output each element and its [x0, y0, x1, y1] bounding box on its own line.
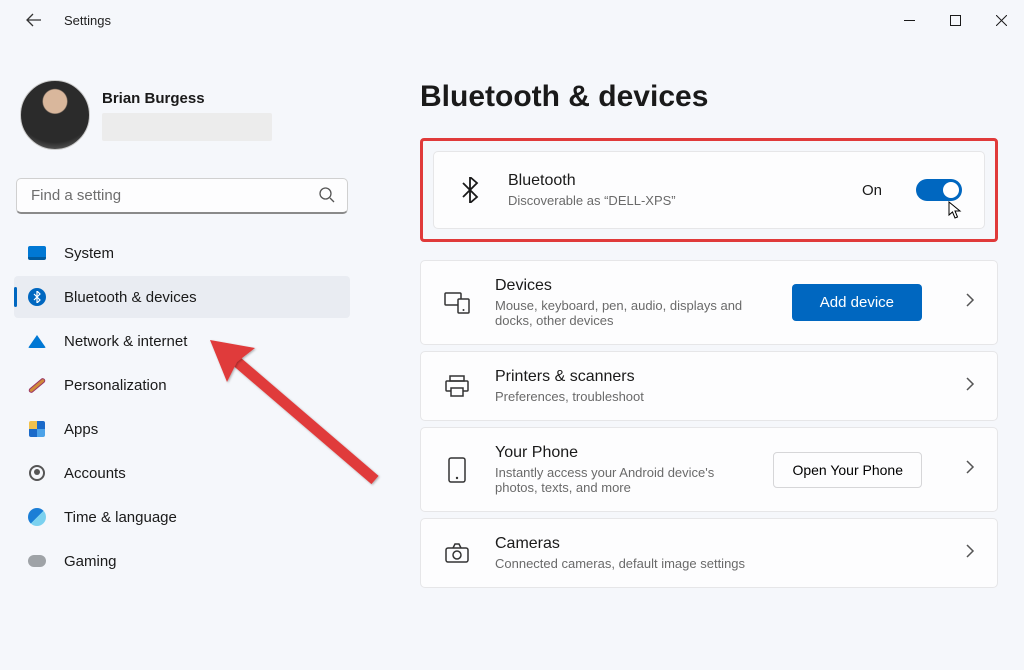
chevron-right-icon	[966, 377, 975, 396]
window-controls	[886, 4, 1024, 36]
sidebar-item-label: Gaming	[64, 553, 117, 570]
sidebar-item-gaming[interactable]: Gaming	[14, 540, 350, 582]
sidebar-item-label: Accounts	[64, 465, 126, 482]
accounts-icon	[28, 464, 46, 482]
chevron-right-icon	[966, 460, 975, 479]
title-bar: Settings	[0, 0, 1024, 40]
main-panel: Bluetooth & devices Bluetooth Discoverab…	[360, 50, 1024, 594]
bluetooth-toggle-label: On	[862, 182, 882, 199]
page-title: Bluetooth & devices	[420, 80, 998, 114]
devices-icon	[443, 292, 471, 314]
devices-subtitle: Mouse, keyboard, pen, audio, displays an…	[495, 298, 768, 328]
toggle-knob	[943, 182, 959, 198]
cursor-icon	[948, 201, 964, 219]
close-button[interactable]	[978, 4, 1024, 36]
your-phone-title: Your Phone	[495, 444, 749, 462]
maximize-button[interactable]	[932, 4, 978, 36]
profile-email-redacted	[102, 113, 272, 141]
your-phone-text: Your Phone Instantly access your Android…	[495, 444, 749, 495]
titlebar-left: Settings	[24, 10, 111, 30]
printers-subtitle: Preferences, troubleshoot	[495, 389, 775, 404]
bluetooth-icon	[456, 177, 484, 203]
sidebar-item-apps[interactable]: Apps	[14, 408, 350, 450]
bluetooth-card-text: Bluetooth Discoverable as “DELL-XPS”	[508, 172, 838, 208]
window-title: Settings	[64, 13, 111, 28]
minimize-button[interactable]	[886, 4, 932, 36]
chevron-right-icon	[966, 293, 975, 312]
devices-card[interactable]: Devices Mouse, keyboard, pen, audio, dis…	[420, 260, 998, 345]
search-box	[16, 178, 348, 214]
maximize-icon	[950, 15, 961, 26]
sidebar-item-personalization[interactable]: Personalization	[14, 364, 350, 406]
sidebar-item-network[interactable]: Network & internet	[14, 320, 350, 362]
sidebar-item-label: Network & internet	[64, 333, 187, 350]
cameras-subtitle: Connected cameras, default image setting…	[495, 556, 775, 571]
avatar	[20, 80, 90, 150]
minimize-icon	[904, 15, 915, 26]
add-device-button[interactable]: Add device	[792, 284, 922, 321]
cameras-card[interactable]: Cameras Connected cameras, default image…	[420, 518, 998, 588]
bluetooth-subtitle: Discoverable as “DELL-XPS”	[508, 193, 838, 208]
sidebar: Brian Burgess System Bluetooth & devices…	[0, 50, 360, 594]
clock-globe-icon	[28, 508, 46, 526]
bluetooth-toggle[interactable]	[916, 179, 962, 201]
back-button[interactable]	[24, 10, 44, 30]
printers-card[interactable]: Printers & scanners Preferences, trouble…	[420, 351, 998, 421]
gamepad-icon	[28, 552, 46, 570]
printer-icon	[443, 375, 471, 397]
printers-text: Printers & scanners Preferences, trouble…	[495, 368, 922, 404]
your-phone-subtitle: Instantly access your Android device's p…	[495, 465, 749, 495]
search-icon	[318, 186, 336, 204]
sidebar-item-label: Time & language	[64, 509, 177, 526]
settings-cards-list: Devices Mouse, keyboard, pen, audio, dis…	[420, 260, 998, 588]
open-your-phone-button[interactable]: Open Your Phone	[773, 452, 922, 488]
back-arrow-icon	[26, 12, 42, 28]
sidebar-item-label: System	[64, 245, 114, 262]
sidebar-item-bluetooth-devices[interactable]: Bluetooth & devices	[14, 276, 350, 318]
profile-name: Brian Burgess	[102, 90, 272, 107]
printers-title: Printers & scanners	[495, 368, 922, 386]
phone-icon	[443, 457, 471, 483]
cameras-text: Cameras Connected cameras, default image…	[495, 535, 922, 571]
content-area: Brian Burgess System Bluetooth & devices…	[0, 40, 1024, 594]
sidebar-item-label: Personalization	[64, 377, 167, 394]
sidebar-item-label: Apps	[64, 421, 98, 438]
chevron-right-icon	[966, 544, 975, 563]
sidebar-item-label: Bluetooth & devices	[64, 289, 197, 306]
system-icon	[28, 244, 46, 262]
apps-icon	[28, 420, 46, 438]
devices-text: Devices Mouse, keyboard, pen, audio, dis…	[495, 277, 768, 328]
wifi-icon	[28, 332, 46, 350]
sidebar-item-time-language[interactable]: Time & language	[14, 496, 350, 538]
sidebar-item-accounts[interactable]: Accounts	[14, 452, 350, 494]
camera-icon	[443, 543, 471, 563]
cameras-title: Cameras	[495, 535, 922, 553]
sidebar-item-system[interactable]: System	[14, 232, 350, 274]
nav-list: System Bluetooth & devices Network & int…	[14, 232, 350, 582]
bluetooth-title: Bluetooth	[508, 172, 838, 190]
devices-title: Devices	[495, 277, 768, 295]
profile-info: Brian Burgess	[102, 90, 272, 141]
bluetooth-icon	[28, 288, 46, 306]
your-phone-card[interactable]: Your Phone Instantly access your Android…	[420, 427, 998, 512]
brush-icon	[28, 376, 46, 394]
bluetooth-card: Bluetooth Discoverable as “DELL-XPS” On	[433, 151, 985, 229]
annotation-highlight-box: Bluetooth Discoverable as “DELL-XPS” On	[420, 138, 998, 242]
search-input[interactable]	[16, 178, 348, 214]
profile-block[interactable]: Brian Burgess	[14, 60, 350, 174]
close-icon	[996, 15, 1007, 26]
